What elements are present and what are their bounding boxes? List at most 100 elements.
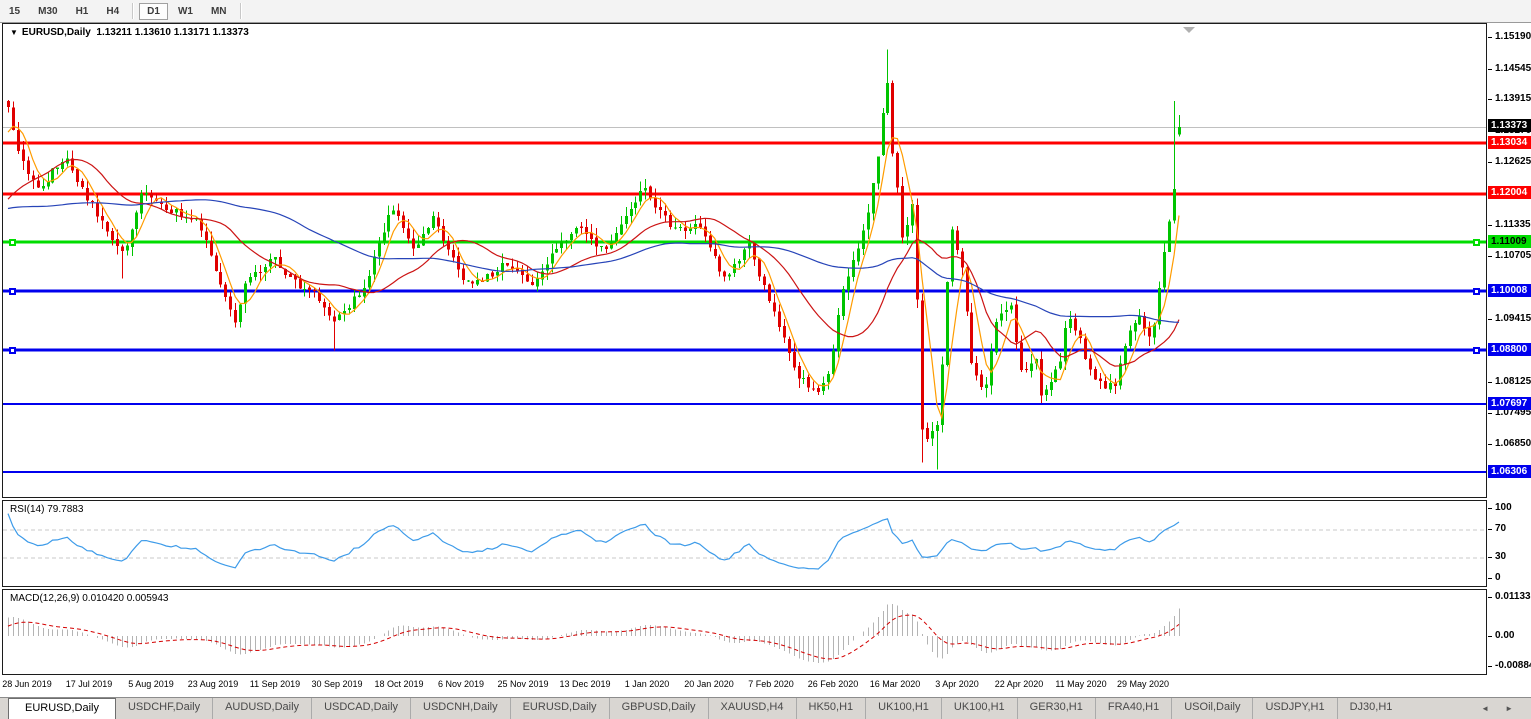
price-tick-label: 1.06850 [1495, 438, 1531, 449]
rsi-canvas[interactable] [3, 501, 1486, 586]
chart-shift-marker[interactable] [1183, 27, 1195, 33]
price-tick-mark [1488, 37, 1492, 38]
toolbar-separator [132, 3, 134, 19]
chart-tab-usdcad-daily[interactable]: USDCAD,Daily [311, 698, 410, 719]
hline-handle-center [1475, 241, 1478, 244]
rsi-tick-mark [1488, 557, 1492, 558]
main-chart-canvas[interactable] [3, 24, 1486, 497]
timeframe-button-d1[interactable]: D1 [139, 3, 168, 20]
price-badge-1.11009: 1.11009 [1488, 235, 1531, 248]
price-tick-mark [1488, 444, 1492, 445]
chart-tab-eurusd-daily[interactable]: EURUSD,Daily [510, 698, 609, 719]
price-badge-1.13034: 1.13034 [1488, 136, 1531, 149]
date-label: 29 May 2020 [1105, 679, 1181, 689]
rsi-value: 79.7883 [47, 504, 83, 515]
ma-line-60 [8, 200, 1179, 322]
price-tick-mark [1488, 99, 1492, 100]
hline-handle-center [1475, 349, 1478, 352]
price-tick-label: 1.13915 [1495, 93, 1531, 104]
chart-tab-ger30-h1[interactable]: GER30,H1 [1017, 698, 1095, 719]
price-tick-mark [1488, 319, 1492, 320]
hline-handle-center [1475, 290, 1478, 293]
trading-terminal: 15M30H1H4 D1W1MN ▼ EURUSD,Daily 1.13211 1.… [0, 0, 1531, 719]
timeframe-button-h4[interactable]: H4 [98, 3, 127, 20]
price-badge-1.12004: 1.12004 [1488, 186, 1531, 199]
price-chart-panel: ▼ EURUSD,Daily 1.13211 1.13610 1.13171 1.… [2, 23, 1487, 498]
macd-tick-label: -0.008848 [1495, 660, 1531, 671]
rsi-tick-label: 0 [1495, 572, 1501, 583]
timeframe-toolbar: 15M30H1H4 D1W1MN [0, 0, 1531, 23]
price-tick-mark [1488, 256, 1492, 257]
rsi-tick-label: 70 [1495, 523, 1506, 534]
date-axis: 28 Jun 201917 Jul 20195 Aug 201923 Aug 2… [0, 676, 1531, 696]
price-tick-label: 1.10705 [1495, 250, 1531, 261]
rsi-tick-label: 30 [1495, 551, 1506, 562]
tab-scroll-right-icon[interactable]: ► [1505, 704, 1513, 713]
timeframe-button-15[interactable]: 15 [1, 3, 28, 20]
price-tick-label: 1.08125 [1495, 376, 1531, 387]
chart-tab-uk100-h1[interactable]: UK100,H1 [865, 698, 941, 719]
rsi-line [8, 514, 1179, 569]
macd-values: 0.010420 0.005943 [82, 593, 168, 604]
rsi-indicator-panel: RSI(14) 79.7883 [2, 500, 1487, 587]
symbol-dropdown-icon[interactable]: ▼ [10, 28, 18, 37]
chart-tab-usdchf-daily[interactable]: USDCHF,Daily [116, 698, 212, 719]
chart-symbol-label: EURUSD,Daily [22, 27, 91, 38]
price-tick-mark [1488, 69, 1492, 70]
price-tick-mark [1488, 225, 1492, 226]
chart-tab-usoil-daily[interactable]: USOil,Daily [1171, 698, 1252, 719]
macd-tick-mark [1488, 597, 1492, 598]
chart-tab-fra40-h1[interactable]: FRA40,H1 [1095, 698, 1171, 719]
price-badge-1.10008: 1.10008 [1488, 284, 1531, 297]
toolbar-separator [240, 3, 242, 19]
macd-histogram [9, 604, 1180, 663]
chart-tab-usdcnh-daily[interactable]: USDCNH,Daily [410, 698, 510, 719]
hline-handle-center [11, 241, 14, 244]
price-badge-1.13373: 1.13373 [1488, 119, 1531, 132]
chart-tab-dj30-h1[interactable]: DJ30,H1 [1337, 698, 1405, 719]
timeframe-button-w1[interactable]: W1 [170, 3, 201, 20]
chart-tab-hk50-h1[interactable]: HK50,H1 [796, 698, 866, 719]
chart-title: ▼ EURUSD,Daily 1.13211 1.13610 1.13171 1.… [10, 27, 249, 38]
price-tick-label: 1.11335 [1495, 219, 1531, 230]
price-tick-label: 1.15190 [1495, 31, 1531, 42]
candles [7, 50, 1181, 470]
price-tick-mark [1488, 413, 1492, 414]
price-badge-1.06306: 1.06306 [1488, 465, 1531, 478]
macd-label: MACD(12,26,9) 0.010420 0.005943 [10, 593, 168, 604]
ma-line-20 [8, 160, 1179, 367]
tab-scroll-controls: ◄ ► [1481, 698, 1531, 719]
rsi-label: RSI(14) 79.7883 [10, 504, 83, 515]
chart-tab-gbpusd-daily[interactable]: GBPUSD,Daily [609, 698, 708, 719]
price-badge-1.07697: 1.07697 [1488, 397, 1531, 410]
chart-tab-uk100-h1[interactable]: UK100,H1 [941, 698, 1017, 719]
price-tick-label: 1.14545 [1495, 63, 1531, 74]
price-tick-label: 1.09415 [1495, 313, 1531, 324]
rsi-tick-label: 100 [1495, 502, 1512, 513]
price-tick-mark [1488, 162, 1492, 163]
macd-indicator-panel: MACD(12,26,9) 0.010420 0.005943 [2, 589, 1487, 675]
price-axis: 1.151901.145451.139151.132701.126251.113… [1488, 0, 1531, 719]
price-badge-1.08800: 1.08800 [1488, 343, 1531, 356]
rsi-tick-mark [1488, 529, 1492, 530]
chart-tab-audusd-daily[interactable]: AUDUSD,Daily [212, 698, 311, 719]
rsi-tick-mark [1488, 508, 1492, 509]
price-tick-label: 1.12625 [1495, 156, 1531, 167]
macd-canvas[interactable] [3, 590, 1486, 674]
chart-ohlc-values: 1.13211 1.13610 1.13171 1.13373 [96, 27, 248, 38]
timeframe-button-h1[interactable]: H1 [68, 3, 97, 20]
macd-tick-label: 0.011337 [1495, 591, 1531, 602]
chart-tab-usdjpy-h1[interactable]: USDJPY,H1 [1252, 698, 1336, 719]
tab-scroll-left-icon[interactable]: ◄ [1481, 704, 1489, 713]
macd-tick-mark [1488, 636, 1492, 637]
chart-tab-xauusd-h4[interactable]: XAUUSD,H4 [708, 698, 796, 719]
chart-tab-eurusd-daily[interactable]: EURUSD,Daily [8, 698, 116, 719]
timeframe-button-m30[interactable]: M30 [30, 3, 65, 20]
timeframe-button-mn[interactable]: MN [203, 3, 235, 20]
hline-handle-center [11, 349, 14, 352]
chart-tab-bar: EURUSD,DailyUSDCHF,DailyAUDUSD,DailyUSDC… [0, 697, 1531, 719]
hline-handle-center [11, 290, 14, 293]
macd-signal-line [8, 615, 1179, 659]
rsi-tick-mark [1488, 578, 1492, 579]
price-tick-mark [1488, 382, 1492, 383]
